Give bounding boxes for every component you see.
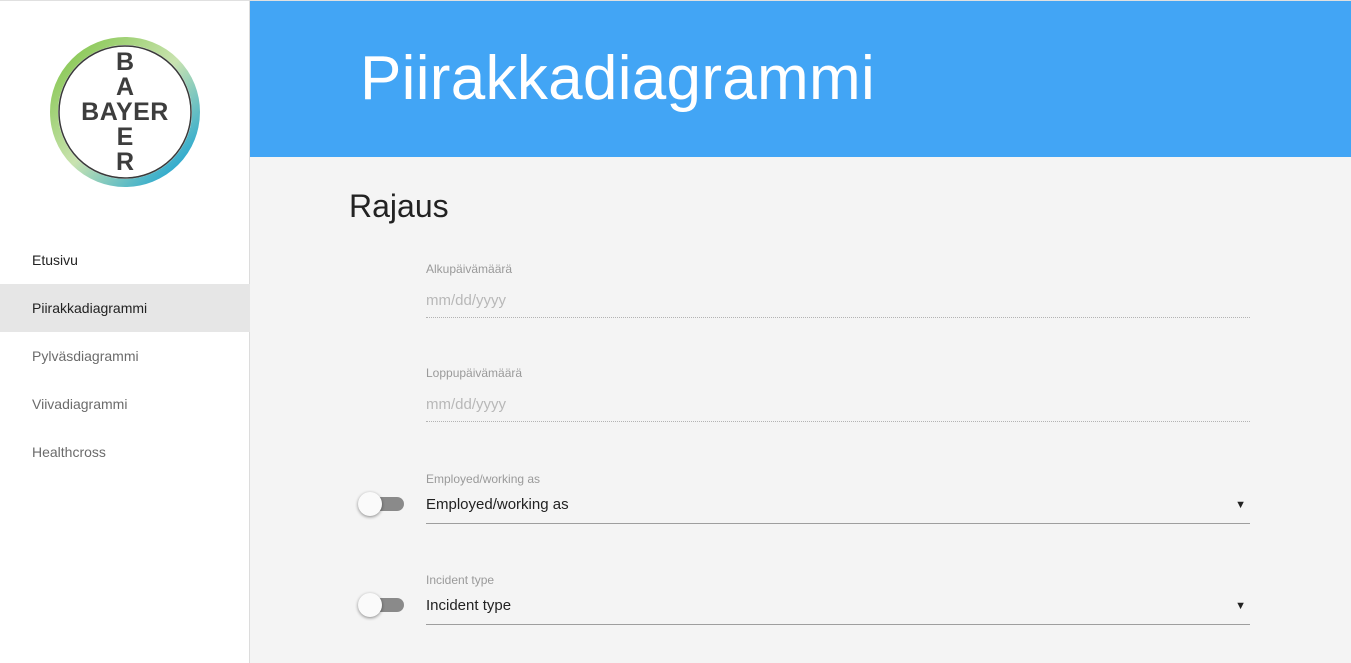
end-date-input[interactable] — [426, 388, 1250, 422]
employed-label: Employed/working as — [426, 472, 541, 486]
page-title: Piirakkadiagrammi — [360, 44, 876, 113]
incident-toggle[interactable] — [358, 593, 406, 617]
svg-text:R: R — [116, 148, 134, 176]
section-title: Rajaus — [349, 188, 449, 224]
employed-field: Employed/working as Employed/working as … — [426, 472, 1250, 524]
employed-select-value: Employed/working as — [426, 496, 569, 513]
bayer-logo: BAYER B A E R — [50, 37, 200, 187]
sidebar-item-label: Etusivu — [32, 252, 78, 268]
sidebar-item-etusivu[interactable]: Etusivu — [0, 236, 250, 284]
sidebar-item-healthcross[interactable]: Healthcross — [0, 428, 250, 476]
svg-text:A: A — [116, 73, 134, 101]
incident-select[interactable]: Incident type ▼ — [426, 587, 1250, 625]
caret-down-icon: ▼ — [1235, 599, 1246, 612]
svg-text:E: E — [117, 123, 134, 151]
incident-select-value: Incident type — [426, 597, 512, 614]
start-date-input[interactable] — [426, 284, 1250, 318]
sidebar: BAYER B A E R Etusivu Piirakkadiagrammi … — [0, 0, 250, 663]
incident-label: Incident type — [426, 573, 495, 587]
page-header: Piirakkadiagrammi — [250, 0, 1351, 157]
sidebar-item-pylvasdiagrammi[interactable]: Pylväsdiagrammi — [0, 332, 250, 380]
sidebar-item-label: Pylväsdiagrammi — [32, 348, 139, 364]
toggle-thumb — [358, 593, 382, 617]
logo-text-horizontal: BAYER — [81, 98, 169, 126]
end-date-label: Loppupäivämäärä — [426, 366, 523, 380]
sidebar-item-label: Healthcross — [32, 444, 106, 460]
employed-select[interactable]: Employed/working as ▼ — [426, 486, 1250, 524]
end-date-field: Loppupäivämäärä — [426, 366, 1250, 422]
start-date-field: Alkupäivämäärä — [426, 262, 1250, 318]
sidebar-item-piirakkadiagrammi[interactable]: Piirakkadiagrammi — [0, 284, 250, 332]
sidebar-item-label: Viivadiagrammi — [32, 396, 128, 412]
incident-field: Incident type Incident type ▼ — [426, 573, 1250, 625]
svg-text:B: B — [116, 48, 134, 76]
sidebar-nav: Etusivu Piirakkadiagrammi Pylväsdiagramm… — [0, 236, 250, 476]
employed-toggle[interactable] — [358, 492, 406, 516]
sidebar-item-viivadiagrammi[interactable]: Viivadiagrammi — [0, 380, 250, 428]
sidebar-item-label: Piirakkadiagrammi — [32, 300, 148, 316]
caret-down-icon: ▼ — [1235, 498, 1246, 511]
start-date-label: Alkupäivämäärä — [426, 262, 513, 276]
toggle-thumb — [358, 492, 382, 516]
